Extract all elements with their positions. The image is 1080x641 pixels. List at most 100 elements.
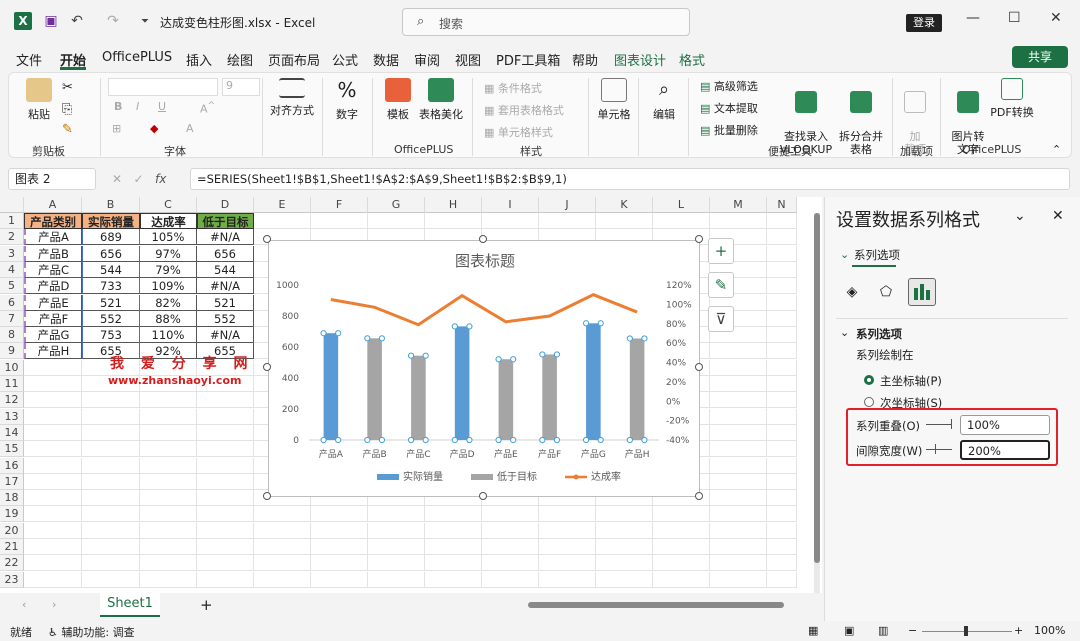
gap-slider-thumb[interactable] [935,444,936,454]
grid-cell[interactable] [311,213,368,229]
grid-cell[interactable] [24,571,82,588]
y2-axis-tick-label[interactable]: 80% [666,320,686,330]
table-data-cell[interactable]: 544 [197,261,254,278]
prev-sheet-icon[interactable]: ‹ [22,598,26,611]
grid-cell[interactable] [140,522,197,539]
grid-cell[interactable] [140,408,197,425]
page-break-view-icon[interactable]: ▥ [878,624,888,637]
table-data-cell[interactable]: 79% [140,261,197,278]
grid-cell[interactable] [767,229,797,246]
table-data-cell[interactable]: 109% [140,278,197,295]
grid-cell[interactable] [311,506,368,523]
bar-实际销量[interactable] [323,333,339,440]
grid-cell[interactable] [596,571,653,588]
format-painter-icon[interactable]: ✎ [62,122,73,137]
grid-cell[interactable] [767,310,797,327]
grid-cell[interactable] [24,441,82,458]
grid-cell[interactable] [368,571,425,588]
row-header[interactable]: 21 [0,539,24,555]
select-all-corner[interactable] [0,197,24,213]
x-axis-tick-label[interactable]: 产品C [406,448,430,460]
table-data-cell[interactable]: 产品A [24,229,82,246]
grid-cell[interactable] [596,539,653,555]
chart-resize-handle[interactable] [695,492,703,500]
grid-cell[interactable] [653,539,710,555]
chart-title[interactable]: 图表标题 [455,252,515,270]
y-axis-tick-label[interactable]: 400 [282,374,299,384]
grid-cell[interactable] [539,539,596,555]
grid-cell[interactable] [140,539,197,555]
column-header[interactable]: K [596,197,653,213]
grid-cell[interactable] [425,555,482,572]
bar-低于目标[interactable] [498,359,514,440]
grid-cell[interactable] [140,506,197,523]
grid-cell[interactable] [596,213,653,229]
table-data-cell[interactable]: #N/A [197,327,254,344]
italic-button[interactable]: I [136,100,139,113]
grid-cell[interactable] [197,473,254,490]
bar-低于目标[interactable] [411,355,426,440]
split-merge-button[interactable]: 拆分合并 表格 [836,78,886,156]
grid-cell[interactable] [24,539,82,555]
tab-series-options[interactable]: 系列选项 [854,247,900,263]
grid-cell[interactable] [710,457,767,474]
column-header[interactable]: B [82,197,140,213]
bar-selection-handle[interactable] [495,356,502,363]
table-data-cell[interactable]: 733 [82,278,140,295]
primary-axis-radio[interactable] [864,375,874,385]
table-data-cell[interactable]: 产品G [24,327,82,344]
number-format-button[interactable]: % 数字 [330,78,364,122]
x-axis-tick-label[interactable]: 产品F [538,448,561,460]
row-header[interactable]: 1 [0,213,24,229]
maximize-icon[interactable]: ☐ [1008,10,1021,26]
x-axis-tick-label[interactable]: 产品B [363,448,387,460]
grid-cell[interactable] [425,506,482,523]
chart-resize-handle[interactable] [263,492,271,500]
table-data-cell[interactable]: 105% [140,229,197,246]
grid-cell[interactable] [710,522,767,539]
row-header[interactable]: 15 [0,441,24,458]
grid-cell[interactable] [767,245,797,262]
grid-cell[interactable] [197,457,254,474]
grid-cell[interactable] [710,441,767,458]
grid-cell[interactable] [710,424,767,441]
share-button[interactable]: 共享 [1012,46,1068,68]
bar-selection-handle[interactable] [335,436,342,444]
tab-officeplus[interactable]: OfficePLUS [102,50,172,65]
row-header[interactable]: 8 [0,327,24,344]
row-header[interactable]: 18 [0,490,24,507]
save-icon[interactable]: ▣ [42,12,60,30]
chart-resize-handle[interactable] [695,363,703,371]
grid-cell[interactable] [197,392,254,409]
row-header[interactable]: 10 [0,359,24,376]
secondary-axis-radio[interactable] [864,397,874,407]
table-data-cell[interactable]: 88% [140,310,197,327]
grid-cell[interactable] [254,539,311,555]
grid-cell[interactable] [539,506,596,523]
grid-cell[interactable] [24,359,82,376]
enter-icon[interactable]: ✓ [134,172,144,186]
table-data-cell[interactable]: 110% [140,327,197,344]
grid-cell[interactable] [197,506,254,523]
vertical-scrollbar[interactable] [814,213,820,563]
grid-cell[interactable] [710,343,767,360]
grid-cell[interactable] [653,506,710,523]
search-input[interactable]: ⌕ 搜索 [402,8,690,36]
grid-cell[interactable] [425,539,482,555]
underline-button[interactable]: U [158,100,166,113]
tab-file[interactable]: 文件 [16,50,42,69]
close-icon[interactable]: ✕ [1050,10,1062,26]
chart-elements-button[interactable]: + [708,238,734,264]
grid-cell[interactable] [311,522,368,539]
overlap-slider-thumb[interactable] [951,419,952,429]
row-header[interactable]: 9 [0,343,24,360]
y2-axis-tick-label[interactable]: 40% [666,359,686,369]
grid-cell[interactable] [82,408,140,425]
bar-selection-handle[interactable] [553,351,561,358]
bar-低于目标[interactable] [629,338,645,440]
bar-selection-handle[interactable] [510,356,517,363]
grid-cell[interactable] [311,539,368,555]
row-header[interactable]: 5 [0,278,24,295]
legend-entry[interactable]: 实际销量 [403,470,443,483]
column-header[interactable]: H [425,197,482,213]
